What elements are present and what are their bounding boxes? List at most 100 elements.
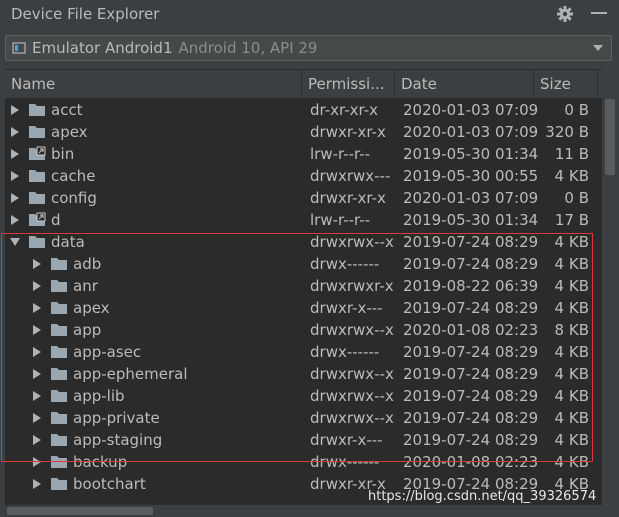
table-row[interactable]: apex drwxr-xr-x 2020-01-03 07:09 320 B: [5, 121, 602, 143]
file-date: 2019-07-24 08:29: [403, 233, 539, 251]
table-row[interactable]: d lrw-r--r-- 2019-05-30 01:34 17 B: [5, 209, 602, 231]
chevron-right-icon[interactable]: [10, 171, 20, 181]
table-header: Name Permissi... Date Size: [5, 69, 602, 99]
table-row[interactable]: acct dr-xr-xr-x 2020-01-03 07:09 0 B: [5, 99, 602, 121]
table-row[interactable]: anr drwxrwxr-x 2019-08-22 06:39 4 KB: [5, 275, 602, 297]
file-date: 2019-07-24 08:29: [403, 409, 539, 427]
table-row[interactable]: config drwxr-xr-x 2020-01-03 07:09 0 B: [5, 187, 602, 209]
file-name: app-private: [73, 409, 160, 427]
chevron-right-icon[interactable]: [32, 435, 42, 445]
file-name: bin: [51, 145, 75, 163]
folder-icon: [29, 236, 45, 248]
file-name: config: [51, 189, 97, 207]
folder-icon: [51, 280, 67, 292]
table-row[interactable]: app-ephemeral drwxrwx--x 2019-07-24 08:29 4…: [5, 363, 602, 385]
table-row[interactable]: app-staging drwxr-x--- 2019-07-24 08:29 4 K…: [5, 429, 602, 451]
chevron-right-icon[interactable]: [10, 215, 20, 225]
device-name: Emulator Android1: [32, 39, 173, 57]
chevron-right-icon[interactable]: [32, 347, 42, 357]
file-size: 0 B: [564, 101, 589, 119]
chevron-right-icon[interactable]: [32, 479, 42, 489]
file-name: apex: [73, 299, 110, 317]
chevron-right-icon[interactable]: [32, 369, 42, 379]
file-date: 2019-07-24 08:29: [403, 299, 539, 317]
file-permissions: lrw-r--r--: [310, 145, 371, 163]
file-permissions: drwx------: [310, 255, 380, 273]
chevron-right-icon[interactable]: [10, 127, 20, 137]
folder-icon: [51, 456, 67, 468]
file-size: 4 KB: [554, 453, 589, 471]
file-list[interactable]: acct dr-xr-xr-x 2020-01-03 07:09 0 B apex drw…: [5, 99, 602, 505]
column-header-name[interactable]: Name: [5, 70, 302, 98]
file-name: app-staging: [73, 431, 163, 449]
file-size: 4 KB: [554, 277, 589, 295]
chevron-right-icon[interactable]: [10, 193, 20, 203]
table-row[interactable]: cache drwxrwx--- 2019-05-30 00:55 4 KB: [5, 165, 602, 187]
file-permissions: drwxrwx--x: [310, 409, 394, 427]
chevron-right-icon[interactable]: [32, 457, 42, 467]
file-date: 2019-05-30 01:34: [403, 145, 539, 163]
chevron-right-icon[interactable]: [32, 413, 42, 423]
chevron-right-icon[interactable]: [32, 259, 42, 269]
chevron-right-icon[interactable]: [32, 281, 42, 291]
column-header-permissions[interactable]: Permissi...: [302, 70, 395, 98]
file-size: 4 KB: [554, 255, 589, 273]
file-name: app-lib: [73, 387, 125, 405]
table-row[interactable]: app drwxrwx--x 2020-01-08 02:23 8 KB: [5, 319, 602, 341]
folder-icon: [51, 324, 67, 336]
folder-icon: [51, 390, 67, 402]
chevron-down-icon[interactable]: [593, 44, 603, 52]
chevron-right-icon[interactable]: [32, 391, 42, 401]
chevron-right-icon[interactable]: [10, 105, 20, 115]
file-permissions: drwxrwx--x: [310, 233, 394, 251]
file-date: 2019-07-24 08:29: [403, 387, 539, 405]
file-permissions: drwxr-x---: [310, 431, 383, 449]
device-icon: [12, 42, 26, 54]
folder-icon: [51, 346, 67, 358]
file-size: 320 B: [545, 123, 589, 141]
folder-link-icon: [29, 146, 46, 160]
horizontal-scroll-thumb[interactable]: [7, 507, 153, 515]
chevron-right-icon[interactable]: [32, 325, 42, 335]
folder-icon: [29, 104, 45, 116]
table-row[interactable]: backup drwx------ 2020-01-08 02:23 4 KB: [5, 451, 602, 473]
horizontal-scrollbar[interactable]: [5, 505, 602, 517]
vertical-scroll-thumb[interactable]: [605, 99, 615, 175]
table-row[interactable]: app-lib drwxrwx--x 2019-07-24 08:29 4 KB: [5, 385, 602, 407]
table-row[interactable]: app-asec drwx------ 2019-07-24 08:29 4 KB: [5, 341, 602, 363]
file-name: cache: [51, 167, 96, 185]
file-size: 11 B: [554, 145, 589, 163]
folder-link-icon: [29, 212, 46, 226]
device-dropdown[interactable]: Emulator Android1 Android 10, API 29: [5, 35, 612, 61]
file-date: 2020-01-03 07:09: [403, 123, 539, 141]
minimize-icon[interactable]: [588, 5, 610, 23]
file-permissions: drwxr-xr-x: [310, 123, 386, 141]
table-row[interactable]: bin lrw-r--r-- 2019-05-30 01:34 11 B: [5, 143, 602, 165]
column-header-size[interactable]: Size: [534, 70, 598, 98]
vertical-scrollbar[interactable]: [603, 99, 617, 505]
file-permissions: drwxrwx--x: [310, 365, 394, 383]
watermark: https://blog.csdn.net/qq_39326574: [368, 489, 597, 504]
file-size: 4 KB: [554, 167, 589, 185]
chevron-down-icon[interactable]: [10, 237, 20, 247]
folder-icon: [51, 368, 67, 380]
table-row[interactable]: apex drwxr-x--- 2019-07-24 08:29 4 KB: [5, 297, 602, 319]
table-row[interactable]: app-private drwxrwx--x 2019-07-24 08:29 4 K…: [5, 407, 602, 429]
file-permissions: drwx------: [310, 453, 380, 471]
file-date: 2020-01-03 07:09: [403, 101, 539, 119]
file-size: 4 KB: [554, 299, 589, 317]
table-row[interactable]: data drwxrwx--x 2019-07-24 08:29 4 KB: [5, 231, 602, 253]
file-date: 2020-01-08 02:23: [403, 321, 539, 339]
file-date: 2019-05-30 01:34: [403, 211, 539, 229]
column-header-date[interactable]: Date: [395, 70, 534, 98]
chevron-right-icon[interactable]: [32, 303, 42, 313]
folder-icon: [51, 302, 67, 314]
file-permissions: drwxr-x---: [310, 299, 383, 317]
table-row[interactable]: adb drwx------ 2019-07-24 08:29 4 KB: [5, 253, 602, 275]
file-permissions: drwx------: [310, 343, 380, 361]
gear-icon[interactable]: [555, 4, 575, 24]
file-size: 0 B: [564, 189, 589, 207]
file-date: 2020-01-03 07:09: [403, 189, 539, 207]
chevron-right-icon[interactable]: [10, 149, 20, 159]
file-permissions: lrw-r--r--: [310, 211, 371, 229]
